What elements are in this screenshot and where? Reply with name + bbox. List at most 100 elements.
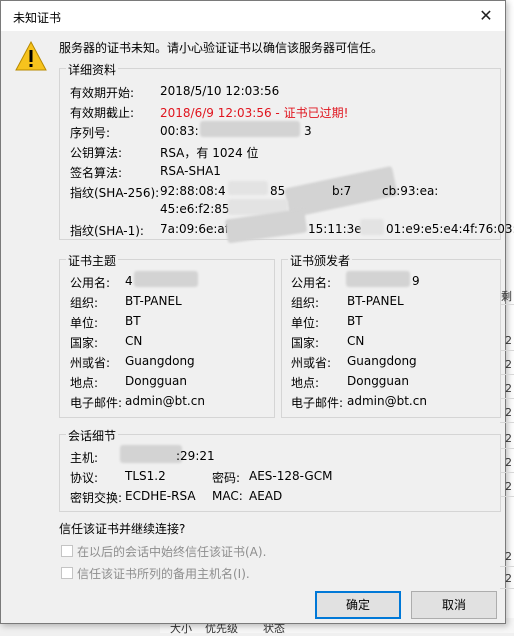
warning-message: 服务器的证书未知。请小心验证证书以确信该服务器可信任。 bbox=[59, 41, 384, 55]
protocol-value: TLS1.2 bbox=[125, 469, 166, 483]
sha256-value-line2: 45:e6:f2:85 bbox=[160, 202, 230, 216]
sha1-value: 7a:09:6e:af bbox=[160, 222, 229, 236]
subject-email-label: 电子邮件: bbox=[70, 396, 123, 410]
subject-cn-value: 4 bbox=[125, 274, 133, 288]
serial-value: 00:83: bbox=[160, 124, 199, 138]
trust-question: 信任该证书并继续连接? bbox=[59, 522, 186, 536]
details-group: 详细资料 有效期开始: 2018/5/10 12:03:56 有效期截止: 20… bbox=[59, 61, 514, 244]
issuer-org-label: 组织: bbox=[291, 296, 320, 310]
bg-list-glyph: 2 bbox=[505, 432, 512, 445]
subject-state-value: Guangdong bbox=[125, 354, 195, 368]
issuer-cn-value: 9 bbox=[412, 274, 420, 288]
cipher-label: 密码: bbox=[212, 471, 241, 485]
window-title: 未知证书 bbox=[13, 11, 62, 25]
redaction-blur bbox=[346, 271, 410, 287]
issuer-unit-value: BT bbox=[347, 314, 363, 328]
bg-list-separator bbox=[500, 422, 514, 423]
valid-to-value: 2018/6/9 12:03:56 - 证书已过期! bbox=[160, 106, 349, 120]
redaction-blur bbox=[134, 271, 198, 287]
details-legend: 详细资料 bbox=[66, 61, 119, 78]
issuer-org-value: BT-PANEL bbox=[347, 294, 404, 308]
bg-list-glyph: 2 bbox=[505, 382, 512, 395]
kex-value: ECDHE-RSA bbox=[125, 489, 196, 503]
cipher-value: AES-128-GCM bbox=[249, 469, 333, 483]
close-button[interactable]: ✕ bbox=[467, 1, 505, 31]
issuer-state-value: Guangdong bbox=[347, 354, 417, 368]
subject-country-label: 国家: bbox=[70, 336, 99, 350]
sha1-tail: 01:e9:e5:e4:4f:76:03:21 bbox=[386, 222, 514, 236]
sha1-label: 指纹(SHA-1): bbox=[70, 224, 144, 238]
bg-list-glyph: 2 bbox=[505, 334, 512, 347]
subject-locality-label: 地点: bbox=[70, 376, 99, 390]
redaction-blur bbox=[200, 121, 300, 137]
bg-list-separator bbox=[500, 472, 514, 473]
kex-label: 密钥交换: bbox=[70, 491, 123, 505]
host-label: 主机: bbox=[70, 451, 99, 465]
serial-tail: 3 bbox=[304, 124, 312, 138]
sha256-value: 92:88:08:4 bbox=[160, 184, 226, 198]
mac-label: MAC: bbox=[212, 489, 243, 503]
bg-list-separator bbox=[500, 350, 514, 351]
issuer-state-label: 州或省: bbox=[291, 356, 332, 370]
bg-list-separator bbox=[500, 374, 514, 375]
serial-label: 序列号: bbox=[70, 126, 111, 140]
pubkey-alg-value: RSA，有 1024 位 bbox=[160, 146, 259, 160]
protocol-label: 协议: bbox=[70, 471, 99, 485]
bg-list-separator bbox=[500, 588, 514, 589]
bg-list-separator bbox=[500, 448, 514, 449]
mac-value: AEAD bbox=[249, 489, 283, 503]
issuer-cn-label: 公用名: bbox=[291, 276, 332, 290]
sha256-tail: cb:93:ea: bbox=[382, 184, 439, 198]
redaction-blur bbox=[228, 181, 268, 195]
bg-list-separator bbox=[500, 304, 514, 305]
subject-country-value: CN bbox=[125, 334, 143, 348]
sha256-mid2: b:7 bbox=[332, 184, 352, 198]
issuer-country-value: CN bbox=[347, 334, 365, 348]
bg-list-separator bbox=[500, 398, 514, 399]
issuer-locality-value: Dongguan bbox=[347, 374, 409, 388]
redaction-blur bbox=[120, 445, 182, 463]
subject-cn-label: 公用名: bbox=[70, 276, 111, 290]
subject-org-value: BT-PANEL bbox=[125, 294, 182, 308]
bg-list-separator bbox=[500, 566, 514, 567]
issuer-legend: 证书颁发者 bbox=[288, 252, 353, 269]
warning-icon bbox=[15, 41, 47, 71]
bg-list-glyph: 2 bbox=[505, 572, 512, 585]
unknown-certificate-dialog: 未知证书 ✕ 服务器的证书未知。请小心验证证书以确信该服务器可信任。 详细资料 … bbox=[0, 0, 514, 624]
always-trust-label[interactable]: 在以后的会话中始终信任该证书(A). bbox=[77, 543, 266, 560]
sha256-label: 指纹(SHA-256): bbox=[70, 186, 160, 200]
issuer-unit-label: 单位: bbox=[291, 316, 320, 330]
ok-button[interactable]: 确定 bbox=[315, 591, 401, 619]
cancel-button[interactable]: 取消 bbox=[411, 591, 497, 619]
bg-list-glyph: 2 bbox=[505, 406, 512, 419]
issuer-email-value: admin@bt.cn bbox=[347, 394, 427, 408]
issuer-locality-label: 地点: bbox=[291, 376, 320, 390]
bg-list-glyph: 剩 bbox=[501, 290, 512, 303]
valid-from-value: 2018/5/10 12:03:56 bbox=[160, 84, 280, 98]
trust-alt-hostnames-checkbox[interactable] bbox=[61, 567, 73, 579]
subject-email-value: admin@bt.cn bbox=[125, 394, 205, 408]
session-legend: 会话细节 bbox=[66, 427, 119, 444]
bg-list-glyph: 2 bbox=[505, 358, 512, 371]
issuer-country-label: 国家: bbox=[291, 336, 320, 350]
bg-list-glyph: 2 bbox=[505, 456, 512, 469]
valid-from-label: 有效期开始: bbox=[70, 86, 135, 100]
sig-alg-value: RSA-SHA1 bbox=[160, 164, 221, 178]
subject-org-label: 组织: bbox=[70, 296, 99, 310]
issuer-email-label: 电子邮件: bbox=[291, 396, 344, 410]
valid-to-label: 有效期截止: bbox=[70, 106, 135, 120]
bg-list-separator bbox=[500, 496, 514, 497]
host-value: :29:21 bbox=[176, 449, 215, 463]
trust-alt-hostnames-label[interactable]: 信任该证书所列的备用主机名(I). bbox=[77, 565, 250, 582]
subject-legend: 证书主题 bbox=[66, 252, 119, 269]
subject-locality-value: Dongguan bbox=[125, 374, 187, 388]
pubkey-alg-label: 公钥算法: bbox=[70, 146, 123, 160]
subject-group: 证书主题 公用名: 4 组织: BT-PANEL 单位: BT 国家: CN 州… bbox=[59, 252, 275, 418]
subject-unit-label: 单位: bbox=[70, 316, 99, 330]
redaction-blur bbox=[360, 219, 384, 235]
always-trust-checkbox[interactable] bbox=[61, 545, 73, 557]
subject-state-label: 州或省: bbox=[70, 356, 111, 370]
sig-alg-label: 签名算法: bbox=[70, 166, 123, 180]
bg-list-glyph: 2 bbox=[505, 550, 512, 563]
subject-unit-value: BT bbox=[125, 314, 141, 328]
